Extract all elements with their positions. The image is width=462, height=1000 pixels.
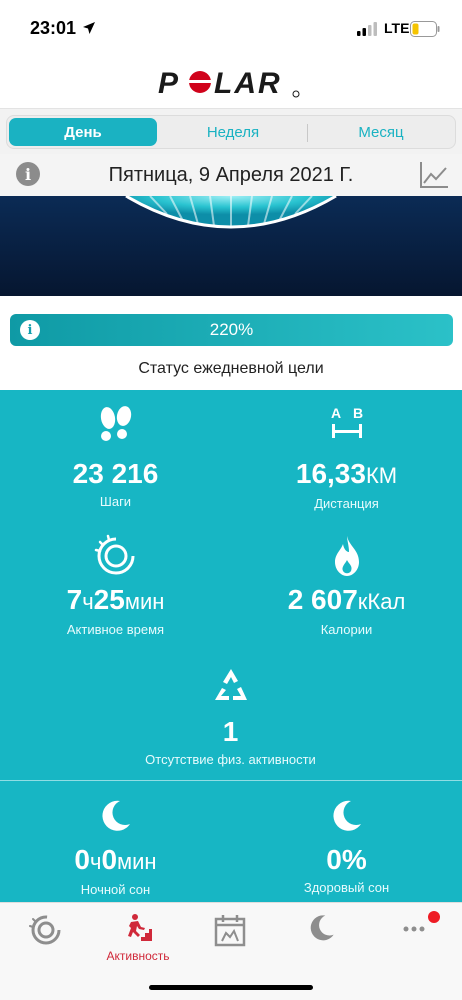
night-sleep-stat[interactable]: 0ч0мин Ночной сон	[0, 798, 231, 897]
info-icon[interactable]: i	[16, 162, 40, 186]
activity-wheel-graphic	[125, 196, 337, 229]
distance-ab-icon: A B	[331, 405, 363, 438]
distance-label: Дистанция	[314, 496, 379, 511]
svg-text:LAR: LAR	[214, 67, 282, 99]
flame-icon	[334, 536, 359, 576]
inactivity-label: Отсутствие физ. активности	[145, 752, 316, 767]
distance-value: 16,33КМ	[295, 458, 398, 489]
activity-ring-icon	[29, 915, 61, 945]
inactivity-value: 1	[222, 716, 239, 747]
tab-activity[interactable]: Активность	[92, 913, 184, 973]
steps-stat[interactable]: 23 216 Шаги	[0, 404, 231, 509]
battery-icon	[410, 21, 440, 37]
polar-logo-icon: P LAR	[158, 67, 300, 99]
recycle-triangle-icon	[214, 669, 247, 700]
segmented-control: День Неделя Месяц	[6, 115, 456, 149]
calories-label: Калории	[320, 622, 373, 637]
more-dots-icon	[403, 926, 425, 932]
active-time-value: 7ч25мин	[66, 584, 165, 615]
activity-stats-panel: 23 216 Шаги A B 16,33КМ Дистанция 7ч25ми…	[0, 390, 462, 902]
tab-month[interactable]: Месяц	[307, 116, 455, 148]
healthy-sleep-value: 0%	[326, 844, 367, 875]
daily-goal-section: i 220% Статус ежедневной цели	[0, 296, 462, 390]
goal-progress-bar[interactable]: i 220%	[10, 314, 453, 346]
location-arrow-icon	[83, 22, 95, 34]
status-time: 23:01	[30, 18, 77, 38]
night-sleep-label: Ночной сон	[80, 882, 151, 897]
steps-value: 23 216	[72, 458, 159, 489]
moon-icon	[310, 915, 334, 941]
inactivity-stat[interactable]: 1 Отсутствие физ. активности	[115, 666, 346, 767]
active-time-stat[interactable]: 7ч25мин Активное время	[0, 534, 231, 637]
footsteps-icon	[100, 406, 131, 441]
activity-wheel-banner	[0, 196, 462, 296]
stats-divider	[0, 780, 462, 781]
distance-stat[interactable]: A B 16,33КМ Дистанция	[231, 404, 462, 511]
tab-week[interactable]: Неделя	[159, 116, 307, 148]
steps-label: Шаги	[99, 494, 132, 509]
tab-sleep[interactable]	[276, 913, 368, 973]
moon-icon	[332, 800, 361, 831]
activity-ring-icon	[94, 534, 134, 575]
goal-info-icon[interactable]: i	[20, 320, 40, 340]
active-time-label: Активное время	[66, 622, 165, 637]
home-indicator	[149, 985, 313, 990]
goal-label: Статус ежедневной цели	[138, 360, 324, 377]
goal-percent: 220%	[209, 320, 254, 339]
healthy-sleep-stat[interactable]: 0% Здоровый сон	[231, 798, 462, 895]
tab-today[interactable]	[0, 913, 92, 973]
calendar-icon	[214, 915, 246, 947]
period-selector: День Неделя Месяц	[0, 108, 462, 154]
running-stairs-icon	[128, 914, 152, 941]
trend-chart-icon[interactable]	[418, 160, 450, 190]
network-type: LTE	[384, 20, 410, 36]
svg-text:A: A	[331, 405, 341, 421]
svg-text:B: B	[353, 405, 363, 421]
notification-badge	[428, 911, 440, 923]
calories-value: 2 607кКал	[287, 584, 406, 615]
tab-activity-label: Активность	[106, 949, 170, 963]
tab-more[interactable]	[368, 913, 460, 973]
calories-stat[interactable]: 2 607кКал Калории	[231, 534, 462, 637]
tab-diary[interactable]	[184, 913, 276, 973]
status-bar: 23:01 LTE	[0, 0, 462, 58]
signal-icon	[357, 22, 377, 36]
healthy-sleep-label: Здоровый сон	[303, 880, 390, 895]
date-title: Пятница, 9 Апреля 2021 Г.	[108, 163, 354, 186]
tab-day[interactable]: День	[9, 118, 157, 146]
date-row: i Пятница, 9 Апреля 2021 Г.	[0, 154, 462, 196]
polar-logo: P LAR	[0, 58, 462, 108]
moon-icon	[101, 800, 130, 831]
night-sleep-value: 0ч0мин	[74, 844, 157, 875]
svg-text:P: P	[158, 67, 180, 99]
